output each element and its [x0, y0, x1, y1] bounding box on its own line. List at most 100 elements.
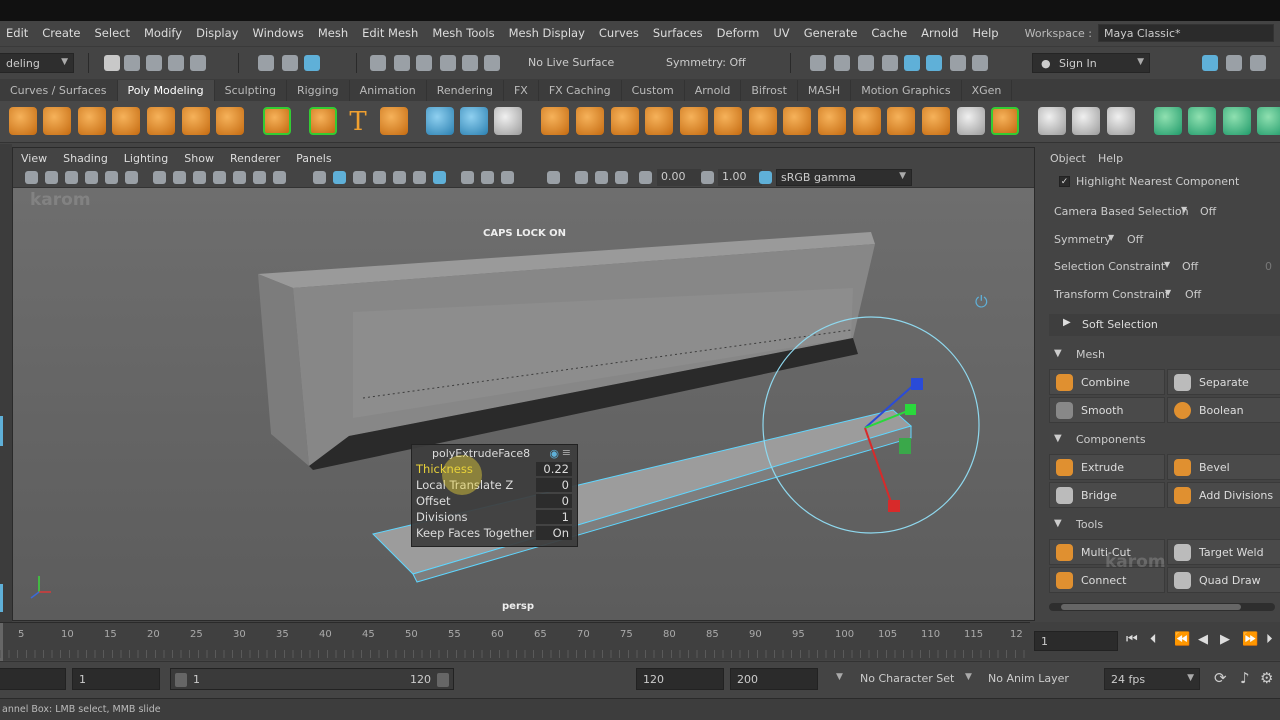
shelf-tab[interactable]: Custom: [622, 80, 685, 101]
poly-disc-icon[interactable]: [216, 107, 244, 135]
attr-row[interactable]: Divisions 1: [416, 510, 576, 525]
panel-menu-show[interactable]: Show: [176, 152, 222, 165]
bevel-button[interactable]: Bevel: [1167, 454, 1280, 480]
horizontal-scrollbar[interactable]: [1049, 603, 1275, 611]
redo-icon[interactable]: [190, 55, 206, 71]
camera-select-icon[interactable]: [25, 171, 38, 184]
open-scene-icon[interactable]: [124, 55, 140, 71]
attr-value[interactable]: On: [536, 526, 572, 540]
attr-value[interactable]: 0: [536, 478, 572, 492]
menu-uv[interactable]: UV: [766, 26, 796, 40]
field-chart-icon[interactable]: [233, 171, 246, 184]
snap-grid-icon[interactable]: [370, 55, 386, 71]
panel-menu-view[interactable]: View: [13, 152, 55, 165]
attr-row[interactable]: Keep Faces Together On: [416, 526, 576, 541]
go-to-start-icon[interactable]: ⏮: [1126, 632, 1138, 647]
new-scene-icon[interactable]: [104, 55, 120, 71]
safe-action-icon[interactable]: [253, 171, 266, 184]
multi-cut-icon[interactable]: [991, 107, 1019, 135]
wireframe-on-shaded-icon[interactable]: [353, 171, 366, 184]
shelf-tab-active[interactable]: Poly Modeling: [117, 80, 215, 101]
attr-value[interactable]: 0.22: [536, 462, 572, 476]
connect-icon[interactable]: [1072, 107, 1100, 135]
merge-icon[interactable]: [887, 107, 915, 135]
render-icon[interactable]: [810, 55, 826, 71]
boolean-button[interactable]: Boolean: [1167, 397, 1280, 423]
ipr-render-icon[interactable]: [858, 55, 874, 71]
scrollbar-thumb[interactable]: [1061, 604, 1241, 610]
poly-cone-icon[interactable]: [112, 107, 140, 135]
uv-cut-icon[interactable]: [1223, 107, 1251, 135]
step-forward-frame-icon[interactable]: ⏵: [1266, 632, 1273, 647]
image-plane-icon[interactable]: [85, 171, 98, 184]
grid-icon[interactable]: [153, 171, 166, 184]
loop-icon[interactable]: ⟳: [1214, 669, 1227, 687]
combine-button[interactable]: Combine: [1049, 369, 1165, 395]
target-weld-button[interactable]: Target Weld: [1167, 539, 1280, 565]
selection-constraint-row[interactable]: Selection Constraint ▼ Off 0: [1043, 256, 1280, 278]
chevron-down-icon[interactable]: ▼: [836, 672, 843, 682]
attr-row[interactable]: Local Translate Z0: [416, 478, 576, 493]
selection-constraint-field[interactable]: 0: [1265, 260, 1272, 273]
wedge-icon[interactable]: [783, 107, 811, 135]
smooth-shade-icon[interactable]: [333, 171, 346, 184]
platonic-solid-icon[interactable]: [263, 107, 291, 135]
bridge-icon[interactable]: [645, 107, 673, 135]
shelf-tab[interactable]: Animation: [350, 80, 427, 101]
snap-point-icon[interactable]: [416, 55, 432, 71]
step-back-frame-icon[interactable]: ⏴: [1150, 632, 1157, 647]
symmetry-row[interactable]: Symmetry ▼ Off: [1043, 229, 1280, 251]
arnold-play-icon[interactable]: [950, 55, 966, 71]
menu-surfaces[interactable]: Surfaces: [646, 26, 710, 40]
grease-pencil-icon[interactable]: [125, 171, 138, 184]
undo-icon[interactable]: [168, 55, 184, 71]
poly-sphere-icon[interactable]: [9, 107, 37, 135]
panel-menu-shading[interactable]: Shading: [55, 152, 116, 165]
menu-curves[interactable]: Curves: [592, 26, 646, 40]
shelf-tab[interactable]: Motion Graphics: [851, 80, 962, 101]
ambient-occlusion-icon[interactable]: [433, 171, 446, 184]
selection-constraint-value[interactable]: Off: [1182, 260, 1198, 273]
camera-based-value[interactable]: Off: [1200, 205, 1216, 218]
quad-draw-icon[interactable]: [1107, 107, 1135, 135]
shelf-tab[interactable]: MASH: [798, 80, 852, 101]
range-slider[interactable]: 1 120: [170, 668, 454, 690]
type-tool-icon[interactable]: T: [344, 107, 372, 137]
workspace-dropdown[interactable]: Maya Classic*: [1098, 24, 1274, 42]
xray-icon[interactable]: [461, 171, 474, 184]
poly-cylinder-icon[interactable]: [78, 107, 106, 135]
highlight-nearest-row[interactable]: ✓ Highlight Nearest Component: [1043, 172, 1280, 194]
render-view-icon[interactable]: [926, 55, 942, 71]
render-current-icon[interactable]: [834, 55, 850, 71]
play-forwards-icon[interactable]: ▶: [1220, 632, 1230, 647]
menu-mesh-display[interactable]: Mesh Display: [502, 26, 592, 40]
audio-icon[interactable]: ♪: [1240, 669, 1250, 687]
transform-constraint-value[interactable]: Off: [1185, 288, 1201, 301]
menu-windows[interactable]: Windows: [245, 26, 310, 40]
hypershade-icon[interactable]: [904, 55, 920, 71]
uv-planar-icon[interactable]: [1154, 107, 1182, 135]
poke-icon[interactable]: [818, 107, 846, 135]
menu-deform[interactable]: Deform: [710, 26, 767, 40]
lights-icon[interactable]: [393, 171, 406, 184]
playback-start-field[interactable]: 1: [72, 668, 160, 690]
playback-end-field[interactable]: 120: [636, 668, 724, 690]
separate-button[interactable]: Separate: [1167, 369, 1280, 395]
smooth-icon[interactable]: [541, 107, 569, 135]
menu-icon[interactable]: ≡: [562, 446, 571, 459]
sign-in-dropdown[interactable]: ● Sign In ▼: [1032, 53, 1150, 73]
attr-row[interactable]: Offset 0: [416, 494, 576, 509]
shelf-tab[interactable]: Sculpting: [215, 80, 287, 101]
panel-menu-renderer[interactable]: Renderer: [222, 152, 288, 165]
shelf-tab[interactable]: FX: [504, 80, 539, 101]
menu-edit-mesh[interactable]: Edit Mesh: [355, 26, 425, 40]
shelf-tab[interactable]: Curves / Surfaces: [0, 80, 118, 101]
menu-cache[interactable]: Cache: [864, 26, 914, 40]
toolkit-menu-help[interactable]: Help: [1098, 152, 1123, 165]
render-settings-icon[interactable]: [882, 55, 898, 71]
transform-constraint-row[interactable]: Transform Constraint ▼ Off: [1043, 284, 1280, 306]
modeling-toolkit-icon[interactable]: [1202, 55, 1218, 71]
resolution-gate-icon[interactable]: [193, 171, 206, 184]
smooth-button[interactable]: Smooth: [1049, 397, 1165, 423]
shelf-tab[interactable]: Arnold: [685, 80, 742, 101]
